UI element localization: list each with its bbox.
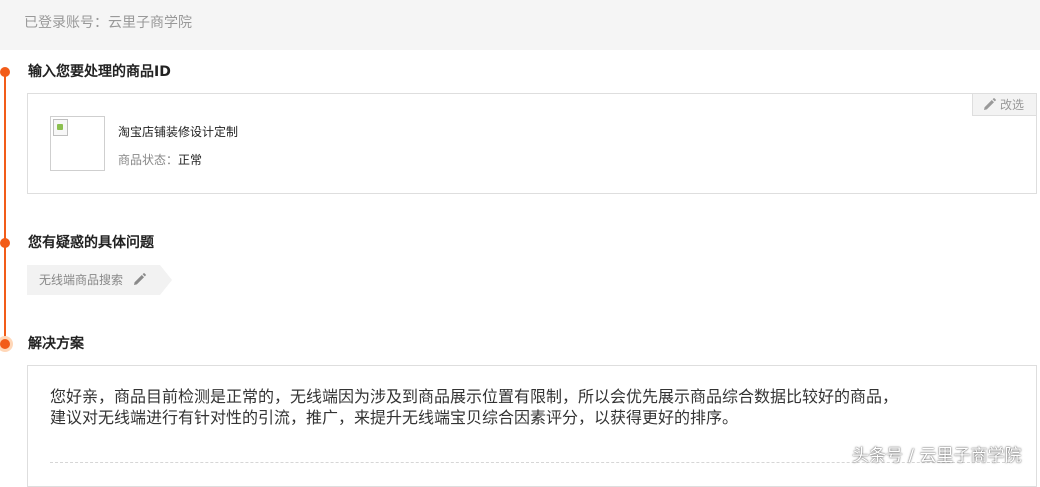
step-title-solution: 解决方案 <box>28 336 84 352</box>
watermark: 头条号 / 云里子商学院 <box>852 446 1022 466</box>
product-status: 商品状态：正常 <box>118 152 202 168</box>
product-name[interactable]: 淘宝店铺装修设计定制 <box>118 124 238 140</box>
question-tag-wrap: 无线端商品搜索 <box>27 265 173 295</box>
pencil-icon[interactable] <box>133 273 146 286</box>
solution-card: 您好亲，商品目前检测是正常的，无线端因为涉及到商品展示位置有限制，所以会优先展示… <box>27 365 1037 487</box>
step-title-question: 您有疑惑的具体问题 <box>28 235 154 251</box>
broken-image-icon <box>53 119 68 136</box>
change-product-label: 改选 <box>1000 98 1025 112</box>
timeline-dot-step-3-active <box>0 336 13 352</box>
solution-line-2: 建议对无线端进行有针对性的引流，推广，来提升无线端宝贝综合因素评分，以获得更好的… <box>50 408 739 427</box>
timeline-dot-step-2 <box>0 238 10 248</box>
question-tag[interactable]: 无线端商品搜索 <box>27 265 173 295</box>
timeline-dot-step-1 <box>0 67 10 77</box>
product-card: 改选 淘宝店铺装修设计定制 商品状态：正常 <box>27 93 1037 194</box>
solution-text: 您好亲，商品目前检测是正常的，无线端因为涉及到商品展示位置有限制，所以会优先展示… <box>50 386 1020 428</box>
product-thumbnail <box>50 116 105 171</box>
logged-in-account: 已登录账号：云里子商学院 <box>24 15 192 31</box>
change-product-button[interactable]: 改选 <box>972 94 1036 116</box>
product-status-label: 商品状态： <box>118 153 179 167</box>
account-bar: 已登录账号：云里子商学院 <box>0 0 1040 50</box>
product-status-value: 正常 <box>178 153 203 167</box>
step-title-product-id: 输入您要处理的商品ID <box>28 64 171 80</box>
pencil-icon <box>984 98 996 110</box>
question-tag-label: 无线端商品搜索 <box>39 273 124 287</box>
solution-line-1: 您好亲，商品目前检测是正常的，无线端因为涉及到商品展示位置有限制，所以会优先展示… <box>50 387 899 406</box>
timeline-line <box>4 72 6 349</box>
